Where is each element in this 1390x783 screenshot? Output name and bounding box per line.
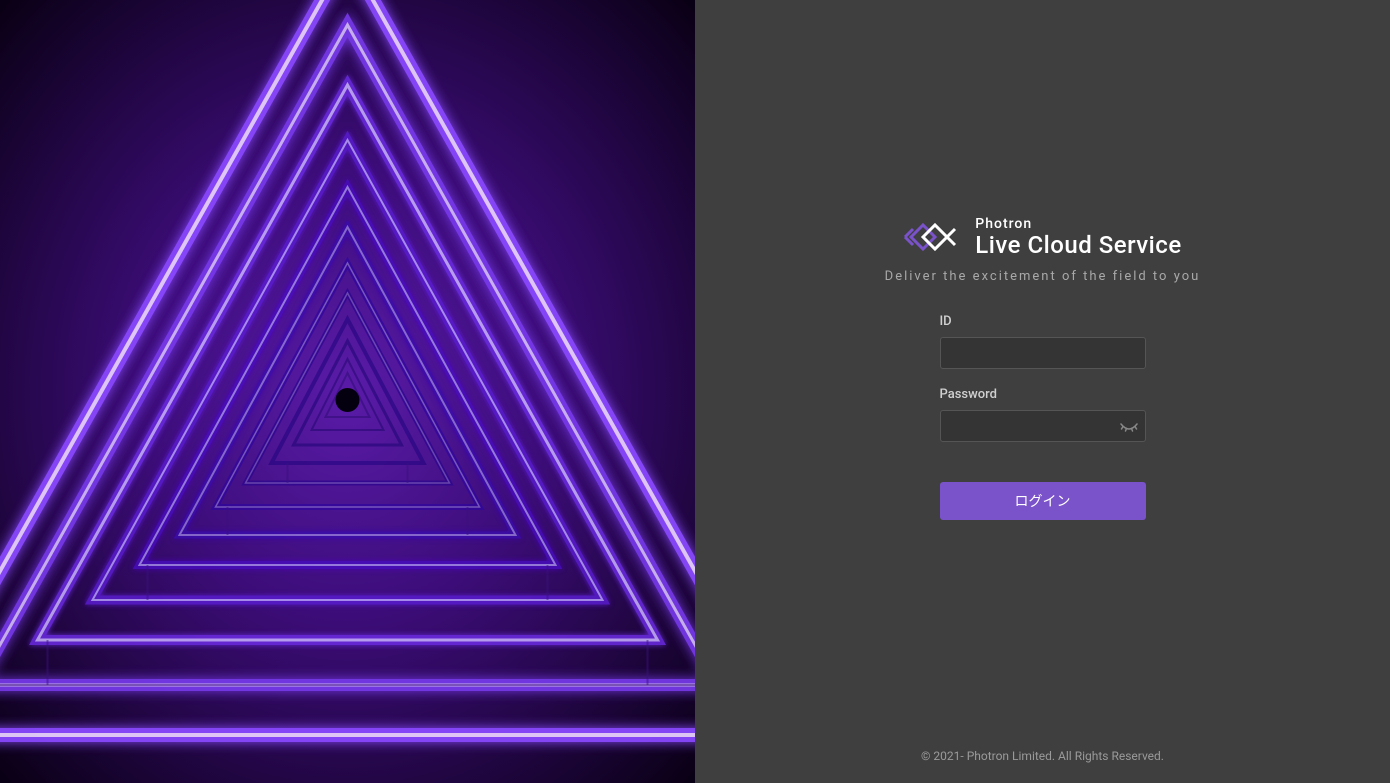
login-panel: Photron Live Cloud Service Deliver the e… [695,0,1390,783]
password-visibility-toggle-icon[interactable] [1120,419,1138,433]
password-input[interactable] [940,410,1146,442]
logo-title: Live Cloud Service [975,233,1181,257]
tagline: Deliver the excitement of the field to y… [885,269,1201,284]
logo-row: Photron Live Cloud Service [903,217,1181,257]
hero-image-panel [0,0,695,783]
password-wrapper [940,410,1146,442]
id-form-group: ID [940,314,1146,369]
logo-section: Photron Live Cloud Service Deliver the e… [885,217,1201,284]
logo-brand: Photron [975,217,1181,231]
password-label: Password [940,387,1146,402]
footer-copyright: © 2021- Photron Limited. All Rights Rese… [695,749,1390,763]
login-form: ID Password [940,314,1146,520]
id-label: ID [940,314,1146,329]
password-form-group: Password [940,387,1146,442]
logo-icon [903,218,963,256]
login-content: Photron Live Cloud Service Deliver the e… [885,217,1201,520]
login-button[interactable]: ログイン [940,482,1146,520]
logo-text: Photron Live Cloud Service [975,217,1181,257]
id-input[interactable] [940,337,1146,369]
